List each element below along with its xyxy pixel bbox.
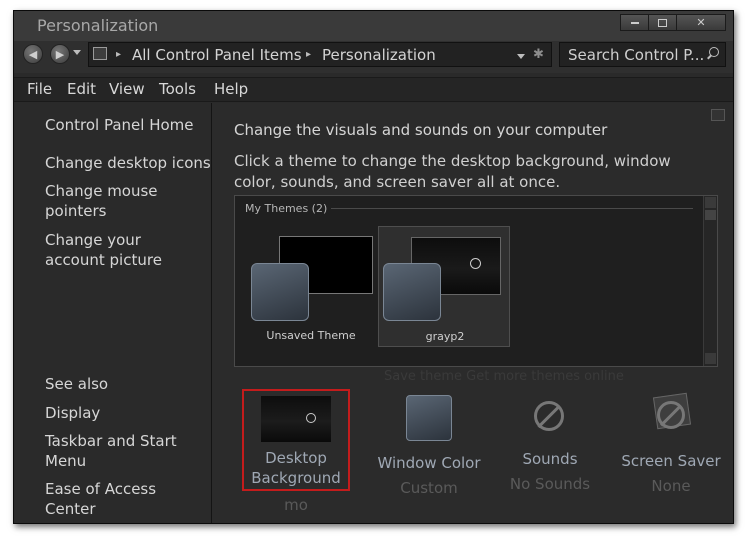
maximize-icon [658, 19, 667, 27]
theme-color-swatch [383, 263, 441, 321]
search-icon-handle [707, 54, 712, 60]
close-icon: ✕ [696, 16, 706, 29]
control-panel-icon [93, 47, 107, 60]
window-controls: ✕ [620, 14, 727, 33]
scroll-up-button[interactable] [705, 197, 716, 208]
help-icon[interactable] [711, 109, 725, 121]
theme-color-swatch [251, 263, 309, 321]
taskbar-start-menu-link[interactable]: Taskbar and Start Menu [45, 431, 185, 471]
desktop-background-thumbnail [261, 396, 331, 442]
search-box[interactable]: Search Control P... [559, 42, 726, 67]
forward-button[interactable]: ▶ [50, 44, 70, 64]
personalization-window: Personalization ✕ ◀ ▶ ▸ All Control Pane… [13, 10, 734, 524]
tile-sublabel: None [651, 477, 691, 495]
menu-view[interactable]: View [109, 80, 145, 98]
window-title: Personalization [37, 16, 159, 35]
theme-item-selected[interactable]: grayp2 [378, 226, 510, 347]
breadcrumb-root[interactable]: All Control Panel Items [132, 46, 302, 64]
breadcrumb-current[interactable]: Personalization [322, 46, 436, 64]
group-divider [329, 208, 693, 209]
forward-arrow-icon: ▶ [55, 48, 65, 61]
menu-bar: File Edit View Tools Help [14, 77, 733, 102]
page-heading: Change the visuals and sounds on your co… [234, 121, 608, 139]
back-button[interactable]: ◀ [23, 44, 43, 64]
theme-name: grayp2 [425, 330, 465, 343]
tile-label: Window Color [377, 454, 481, 472]
tile-sublabel: mo [284, 496, 308, 514]
theme-actions-text[interactable]: Save theme Get more themes online [384, 369, 624, 384]
theme-item[interactable]: Unsaved Theme [245, 226, 373, 344]
search-input[interactable]: Search Control P... [568, 46, 704, 64]
change-desktop-icons-link[interactable]: Change desktop icons [45, 153, 211, 173]
close-button[interactable]: ✕ [676, 14, 726, 31]
address-dropdown-icon[interactable] [517, 54, 525, 59]
menu-edit[interactable]: Edit [67, 80, 96, 98]
display-link[interactable]: Display [45, 403, 100, 423]
screen-saver-tile[interactable]: Screen Saver None [611, 392, 731, 496]
theme-name: Unsaved Theme [266, 329, 356, 342]
recent-pages-dropdown[interactable] [73, 50, 81, 55]
no-screen-saver-icon [649, 392, 693, 437]
page-description: Click a theme to change the desktop back… [234, 152, 671, 191]
peace-symbol-icon [306, 413, 316, 423]
change-account-picture-link[interactable]: Change your account picture [45, 230, 205, 270]
change-mouse-pointers-link[interactable]: Change mouse pointers [45, 181, 185, 221]
task-pane: Control Panel Home Change desktop icons … [14, 103, 212, 523]
peace-symbol-icon [470, 258, 481, 269]
group-label: My Themes (2) [245, 202, 332, 215]
breadcrumb-separator-icon: ▸ [116, 49, 122, 60]
address-bar-area: ◀ ▶ ▸ All Control Panel Items ▸ Personal… [14, 41, 733, 73]
tile-label: Screen Saver [621, 452, 721, 470]
tile-label: Sounds [522, 450, 578, 468]
see-also-heading: See also [45, 375, 109, 393]
window-color-tile[interactable]: Window Color Custom [369, 395, 489, 498]
menu-help[interactable]: Help [214, 80, 248, 98]
tile-sublabel: Custom [400, 479, 458, 497]
desktop-background-tile[interactable]: Desktop Background [242, 389, 350, 491]
scroll-thumb[interactable] [705, 210, 716, 220]
menu-tools[interactable]: Tools [159, 80, 196, 98]
maximize-button[interactable] [648, 14, 677, 31]
scroll-down-button[interactable] [705, 353, 716, 364]
sounds-tile[interactable]: Sounds No Sounds [490, 395, 610, 494]
tile-label: Desktop Background [251, 449, 341, 487]
control-panel-home-link[interactable]: Control Panel Home [45, 115, 194, 135]
theme-scrollbar[interactable] [703, 196, 717, 366]
address-field[interactable]: ▸ All Control Panel Items ▸ Personalizat… [88, 42, 552, 67]
refresh-icon[interactable]: ✱ [533, 47, 544, 62]
minimize-icon [630, 22, 639, 24]
minimize-button[interactable] [620, 14, 649, 31]
tile-sublabel: No Sounds [509, 475, 591, 493]
menu-file[interactable]: File [27, 80, 52, 98]
breadcrumb-separator-icon: ▸ [306, 49, 312, 60]
title-bar: Personalization ✕ [14, 11, 733, 41]
ease-of-access-link[interactable]: Ease of Access Center [45, 479, 211, 519]
no-sounds-icon [530, 397, 570, 437]
theme-list[interactable]: My Themes (2) Unsaved Theme grayp2 [234, 195, 718, 367]
back-arrow-icon: ◀ [28, 48, 38, 61]
main-content: Change the visuals and sounds on your co… [212, 103, 733, 523]
window-color-icon [406, 395, 452, 441]
